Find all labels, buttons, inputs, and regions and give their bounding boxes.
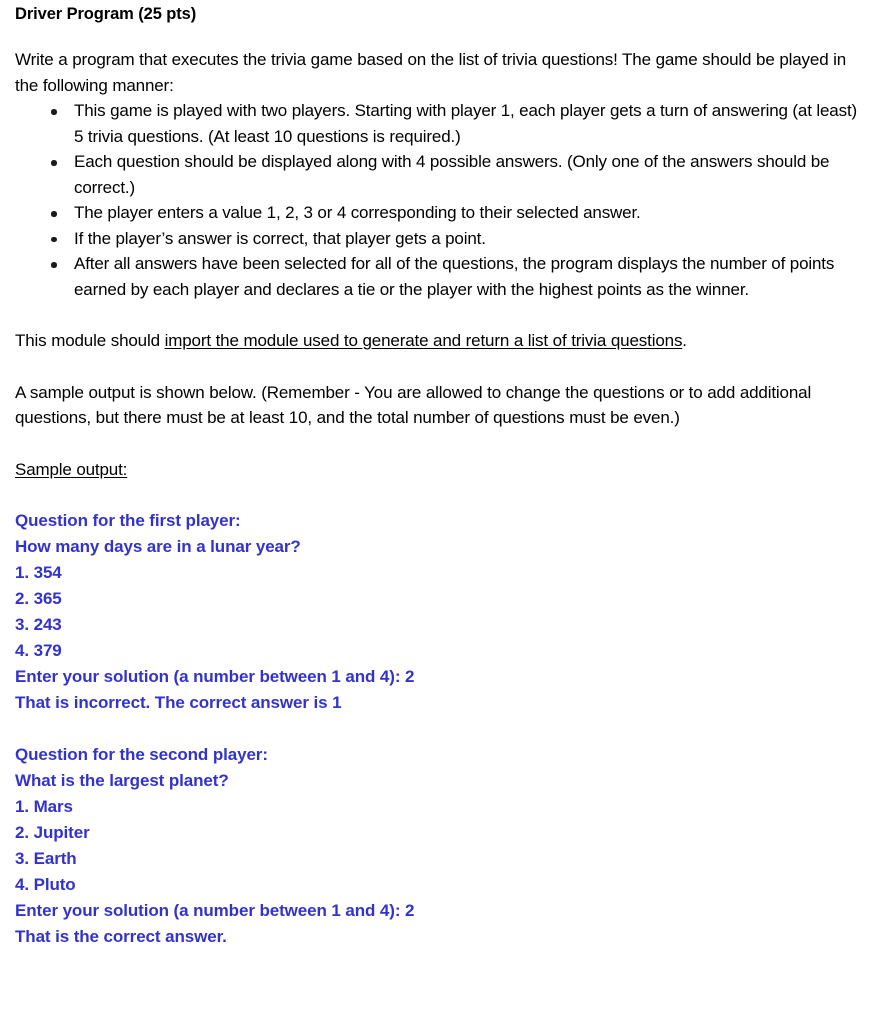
sample-output-console: Question for the first player: How many d… bbox=[15, 508, 865, 950]
sample-output-heading-text: Sample output: bbox=[15, 459, 128, 479]
console-line: That is incorrect. The correct answer is… bbox=[15, 693, 342, 712]
module-note-trailing: . bbox=[682, 331, 687, 350]
console-line: 1. Mars bbox=[15, 797, 73, 816]
list-item: If the player’s answer is correct, that … bbox=[15, 226, 865, 252]
console-line: 4. 379 bbox=[15, 641, 62, 660]
document-page: Driver Program (25 pts) Write a program … bbox=[0, 0, 880, 1024]
list-item: This game is played with two players. St… bbox=[15, 98, 865, 149]
console-line: 1. 354 bbox=[15, 563, 62, 582]
console-line: That is the correct answer. bbox=[15, 927, 227, 946]
module-note-underlined: import the module used to generate and r… bbox=[164, 331, 683, 350]
module-note-plain: This module should bbox=[15, 331, 165, 350]
intro-paragraph: Write a program that executes the trivia… bbox=[15, 50, 847, 95]
sample-note-paragraph: A sample output is shown below. (Remembe… bbox=[15, 382, 812, 428]
list-item: Each question should be displayed along … bbox=[15, 149, 865, 200]
console-line: 3. Earth bbox=[15, 849, 77, 868]
console-line: 3. 243 bbox=[15, 615, 62, 634]
list-item: The player enters a value 1, 2, 3 or 4 c… bbox=[15, 200, 865, 226]
list-item: After all answers have been selected for… bbox=[15, 251, 865, 302]
console-line: Question for the first player: bbox=[15, 511, 241, 530]
console-line: 2. 365 bbox=[15, 589, 62, 608]
console-line: Enter your solution (a number between 1 … bbox=[15, 667, 415, 686]
console-line: 4. Pluto bbox=[15, 875, 76, 894]
requirements-list: This game is played with two players. St… bbox=[15, 98, 865, 302]
console-line: Enter your solution (a number between 1 … bbox=[15, 901, 415, 920]
sample-output-heading: Sample output: bbox=[15, 457, 865, 483]
document-content: Driver Program (25 pts) Write a program … bbox=[15, 4, 865, 950]
console-line: Question for the second player: bbox=[15, 745, 268, 764]
console-line: How many days are in a lunar year? bbox=[15, 537, 301, 556]
console-line: 2. Jupiter bbox=[15, 823, 90, 842]
console-line: What is the largest planet? bbox=[15, 771, 229, 790]
module-note-paragraph: This module should import the module use… bbox=[15, 328, 865, 354]
page-title: Driver Program (25 pts) bbox=[15, 5, 197, 23]
